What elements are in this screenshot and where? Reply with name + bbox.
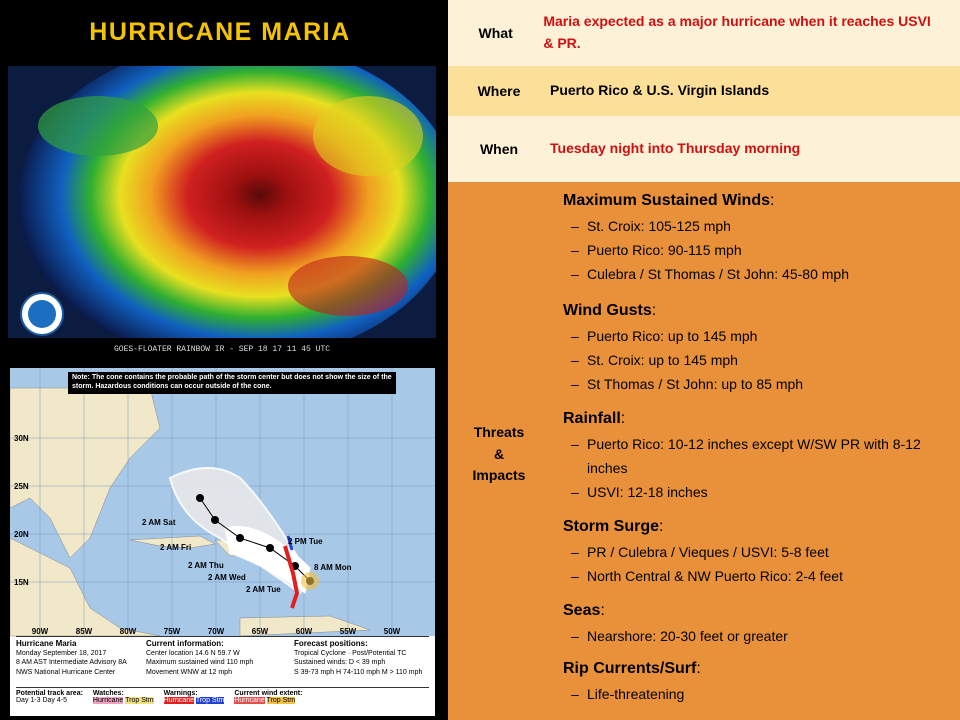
s-key: S 39-73 mph: [294, 668, 335, 676]
lon-label: 90W: [32, 627, 49, 636]
forecast-label: 2 AM Sat: [142, 518, 176, 527]
list-item: – North Central & NW Puerto Rico: 2-4 fee…: [571, 568, 843, 584]
list-item: – St Thomas / St John: up to 85 mph: [571, 376, 804, 392]
max-wind: Maximum sustained wind 110 mph: [146, 659, 254, 667]
hurricane-watch-key: Hurricane: [92, 697, 124, 704]
section-title: Rip Currents/Surf: [563, 660, 697, 677]
list-item: – Puerto Rico: 10-12 inches except W/SW P…: [571, 436, 921, 476]
lon-label: 75W: [164, 627, 181, 636]
section-rainfall: Rainfall: – Puerto Rico: 10-12 inches exc…: [563, 410, 948, 504]
current-info-title: Current information:: [146, 639, 224, 648]
section-title: Maximum Sustained Winds: [563, 192, 770, 209]
threats-label-line: &: [493, 445, 505, 462]
page-title: HURRICANE MARIA: [89, 18, 351, 46]
section-rip-currents: Rip Currents/Surf: – Life-threatening: [563, 660, 701, 706]
storm-name: Hurricane Maria: [16, 639, 77, 648]
h-key: H 74-110 mph: [336, 668, 380, 676]
watches-title: Watches:: [92, 690, 124, 697]
list-item: – Puerto Rico: 90-115 mph: [571, 242, 742, 258]
section-title: Seas: [563, 602, 601, 619]
section-title: Rainfall: [563, 410, 621, 427]
trop-stm-extent-key: Trop Stm: [266, 697, 296, 704]
what-value: Maria expected as a major hurricane when…: [543, 13, 931, 51]
list-item: – PR / Culebra / Vieques / USVI: 5-8 feet: [571, 544, 829, 560]
list-item: – Puerto Rico: up to 145 mph: [571, 328, 758, 344]
lat-label: 30N: [14, 434, 29, 443]
lon-label: 80W: [120, 627, 137, 636]
list-item: – Nearshore: 20-30 feet or greater: [571, 628, 788, 644]
center-location: Center location 14.6 N 59.7 W: [146, 650, 240, 658]
list-item: – St. Croix: up to 145 mph: [571, 352, 738, 368]
section-max-winds: Maximum Sustained Winds: – St. Croix: 105…: [563, 192, 849, 286]
lon-label: 70W: [208, 627, 225, 636]
section-title: Storm Surge: [563, 518, 660, 535]
section-storm-surge: Storm Surge: – PR / Culebra / Vieques / U…: [563, 518, 843, 588]
forecast-label: 2 AM Tue: [246, 585, 281, 594]
lon-label: 50W: [384, 627, 401, 636]
m-key: M > 110 mph: [381, 668, 423, 676]
movement: Movement WNW at 12 mph: [146, 668, 232, 676]
forecast-label: 2 AM Fri: [160, 543, 191, 552]
what-row: What Maria expected as a major hurricane…: [448, 0, 960, 66]
when-label: When: [479, 141, 519, 157]
threats-impacts-row: Threats & Impacts Maximum Sustained Wind…: [448, 182, 960, 720]
map-legend: Hurricane Maria Monday September 18, 201…: [16, 636, 429, 713]
forecast-positions-title: Forecast positions:: [294, 639, 368, 648]
when-row: When Tuesday night into Thursday morning: [448, 116, 960, 182]
lat-label: 25N: [14, 482, 29, 491]
tropical-cyclone-key: Tropical Cyclone: [294, 650, 346, 658]
lon-label: 55W: [340, 627, 357, 636]
map-note: Note: The cone contains the probable pat…: [68, 372, 396, 394]
lat-label: 20N: [14, 530, 29, 539]
where-row: Where Puerto Rico & U.S. Virgin Islands: [448, 66, 960, 116]
hurricane-extent-key: Hurricane: [234, 697, 265, 704]
section-seas: Seas: – Nearshore: 20-30 feet or greater: [563, 602, 788, 648]
forecast-label: 2 PM Tue: [288, 537, 323, 546]
warnings-title: Warnings:: [163, 690, 198, 697]
list-item: – St. Croix: 105-125 mph: [571, 218, 731, 234]
when-value: Tuesday night into Thursday morning: [550, 140, 801, 157]
trop-stm-watch-key: Trop Stm: [125, 697, 154, 704]
issuer: NWS National Hurricane Center: [16, 668, 116, 676]
section-title: Wind Gusts: [563, 302, 652, 319]
advisory: 8 AM AST Intermediate Advisory 8A: [16, 659, 127, 667]
satellite-caption: GOES-FLOATER RAINBOW IR - SEP 18 17 11 4…: [114, 345, 330, 354]
issued-date: Monday September 18, 2017: [16, 650, 107, 658]
left-panel: HURRICANE MARIA GOES-FLOATER RAINBOW IR …: [0, 0, 448, 720]
where-value: Puerto Rico & U.S. Virgin Islands: [550, 82, 770, 99]
threats-label-line: Threats: [473, 424, 525, 440]
day13-key: Day 1-3: [16, 697, 41, 704]
threats-label: Threats & Impacts: [448, 422, 550, 487]
lat-label: 15N: [14, 578, 29, 587]
lon-label: 65W: [252, 627, 269, 636]
lon-label: 85W: [76, 627, 93, 636]
where-label: Where: [477, 83, 521, 99]
info-table: What Maria expected as a major hurricane…: [448, 0, 960, 720]
forecast-label: 2 AM Wed: [208, 573, 246, 582]
day45-key: Day 4-5: [42, 697, 67, 704]
list-item: – USVI: 12-18 inches: [571, 484, 708, 500]
forecast-label: 2 AM Thu: [188, 561, 224, 570]
satellite-image: GOES-FLOATER RAINBOW IR - SEP 18 17 11 4…: [8, 66, 436, 356]
list-item: – Culebra / St Thomas / St John: 45-80 mp…: [571, 266, 849, 282]
lon-label: 60W: [296, 627, 313, 636]
current-extent-title: Current wind extent:: [234, 690, 303, 697]
hurricane-warning-key: Hurricane: [163, 697, 194, 704]
forecast-label: 8 AM Mon: [314, 563, 352, 572]
d-key: D < 39 mph: [348, 659, 386, 667]
post-tc-key: Post/Potential TC: [352, 650, 407, 658]
threats-label-line: Impacts: [472, 467, 526, 484]
noaa-logo: [20, 292, 64, 336]
section-wind-gusts: Wind Gusts: – Puerto Rico: up to 145 mph …: [563, 302, 803, 396]
what-label: What: [478, 25, 513, 41]
potential-track-title: Potential track area:: [16, 690, 83, 697]
trop-stm-warning-key: Trop Stm: [195, 697, 225, 704]
forecast-cone-map: 30N 25N 20N 15N 90W 85W 80W 75W 70W 65W …: [10, 368, 435, 716]
sustained-winds-title: Sustained winds:: [294, 659, 347, 667]
list-item: – Life-threatening: [571, 686, 685, 702]
